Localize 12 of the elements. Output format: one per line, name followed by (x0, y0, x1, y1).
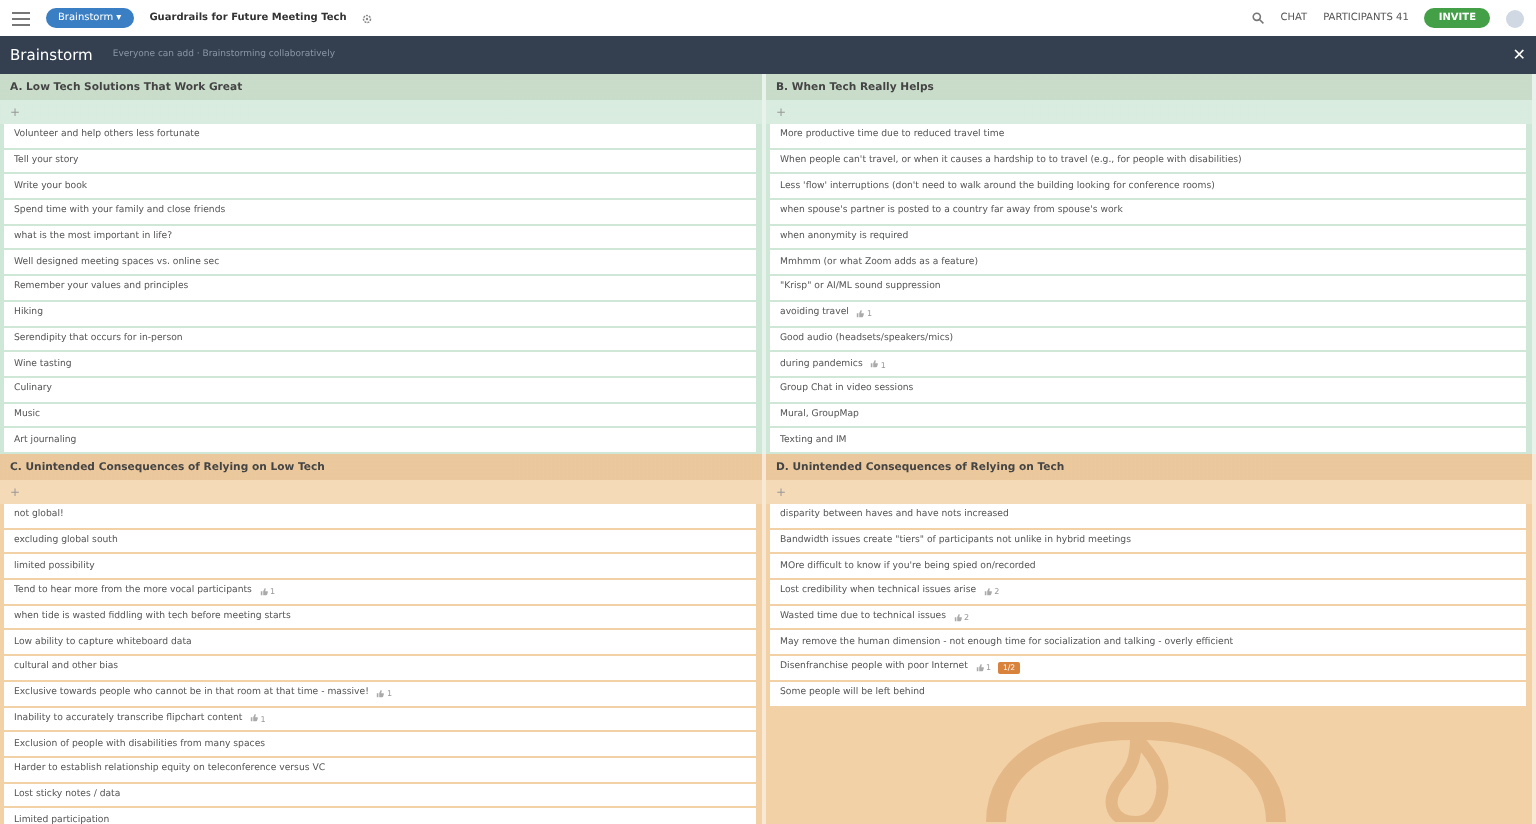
menu-icon[interactable] (12, 11, 30, 25)
thumbs-up-icon[interactable] (250, 714, 259, 723)
avatar[interactable] (1506, 9, 1524, 27)
thumbs-up-icon[interactable] (259, 587, 268, 596)
thumbs-up-icon[interactable] (984, 587, 993, 596)
thumbs-up-icon[interactable] (856, 309, 865, 318)
thumbs-up-icon[interactable] (870, 360, 879, 369)
search-icon[interactable] (1252, 12, 1265, 24)
thumbs-up-icon[interactable] (954, 613, 963, 622)
thumbs-up-icon[interactable] (975, 663, 984, 672)
settings-icon[interactable] (362, 13, 373, 23)
thumbs-up-icon[interactable] (376, 689, 385, 698)
